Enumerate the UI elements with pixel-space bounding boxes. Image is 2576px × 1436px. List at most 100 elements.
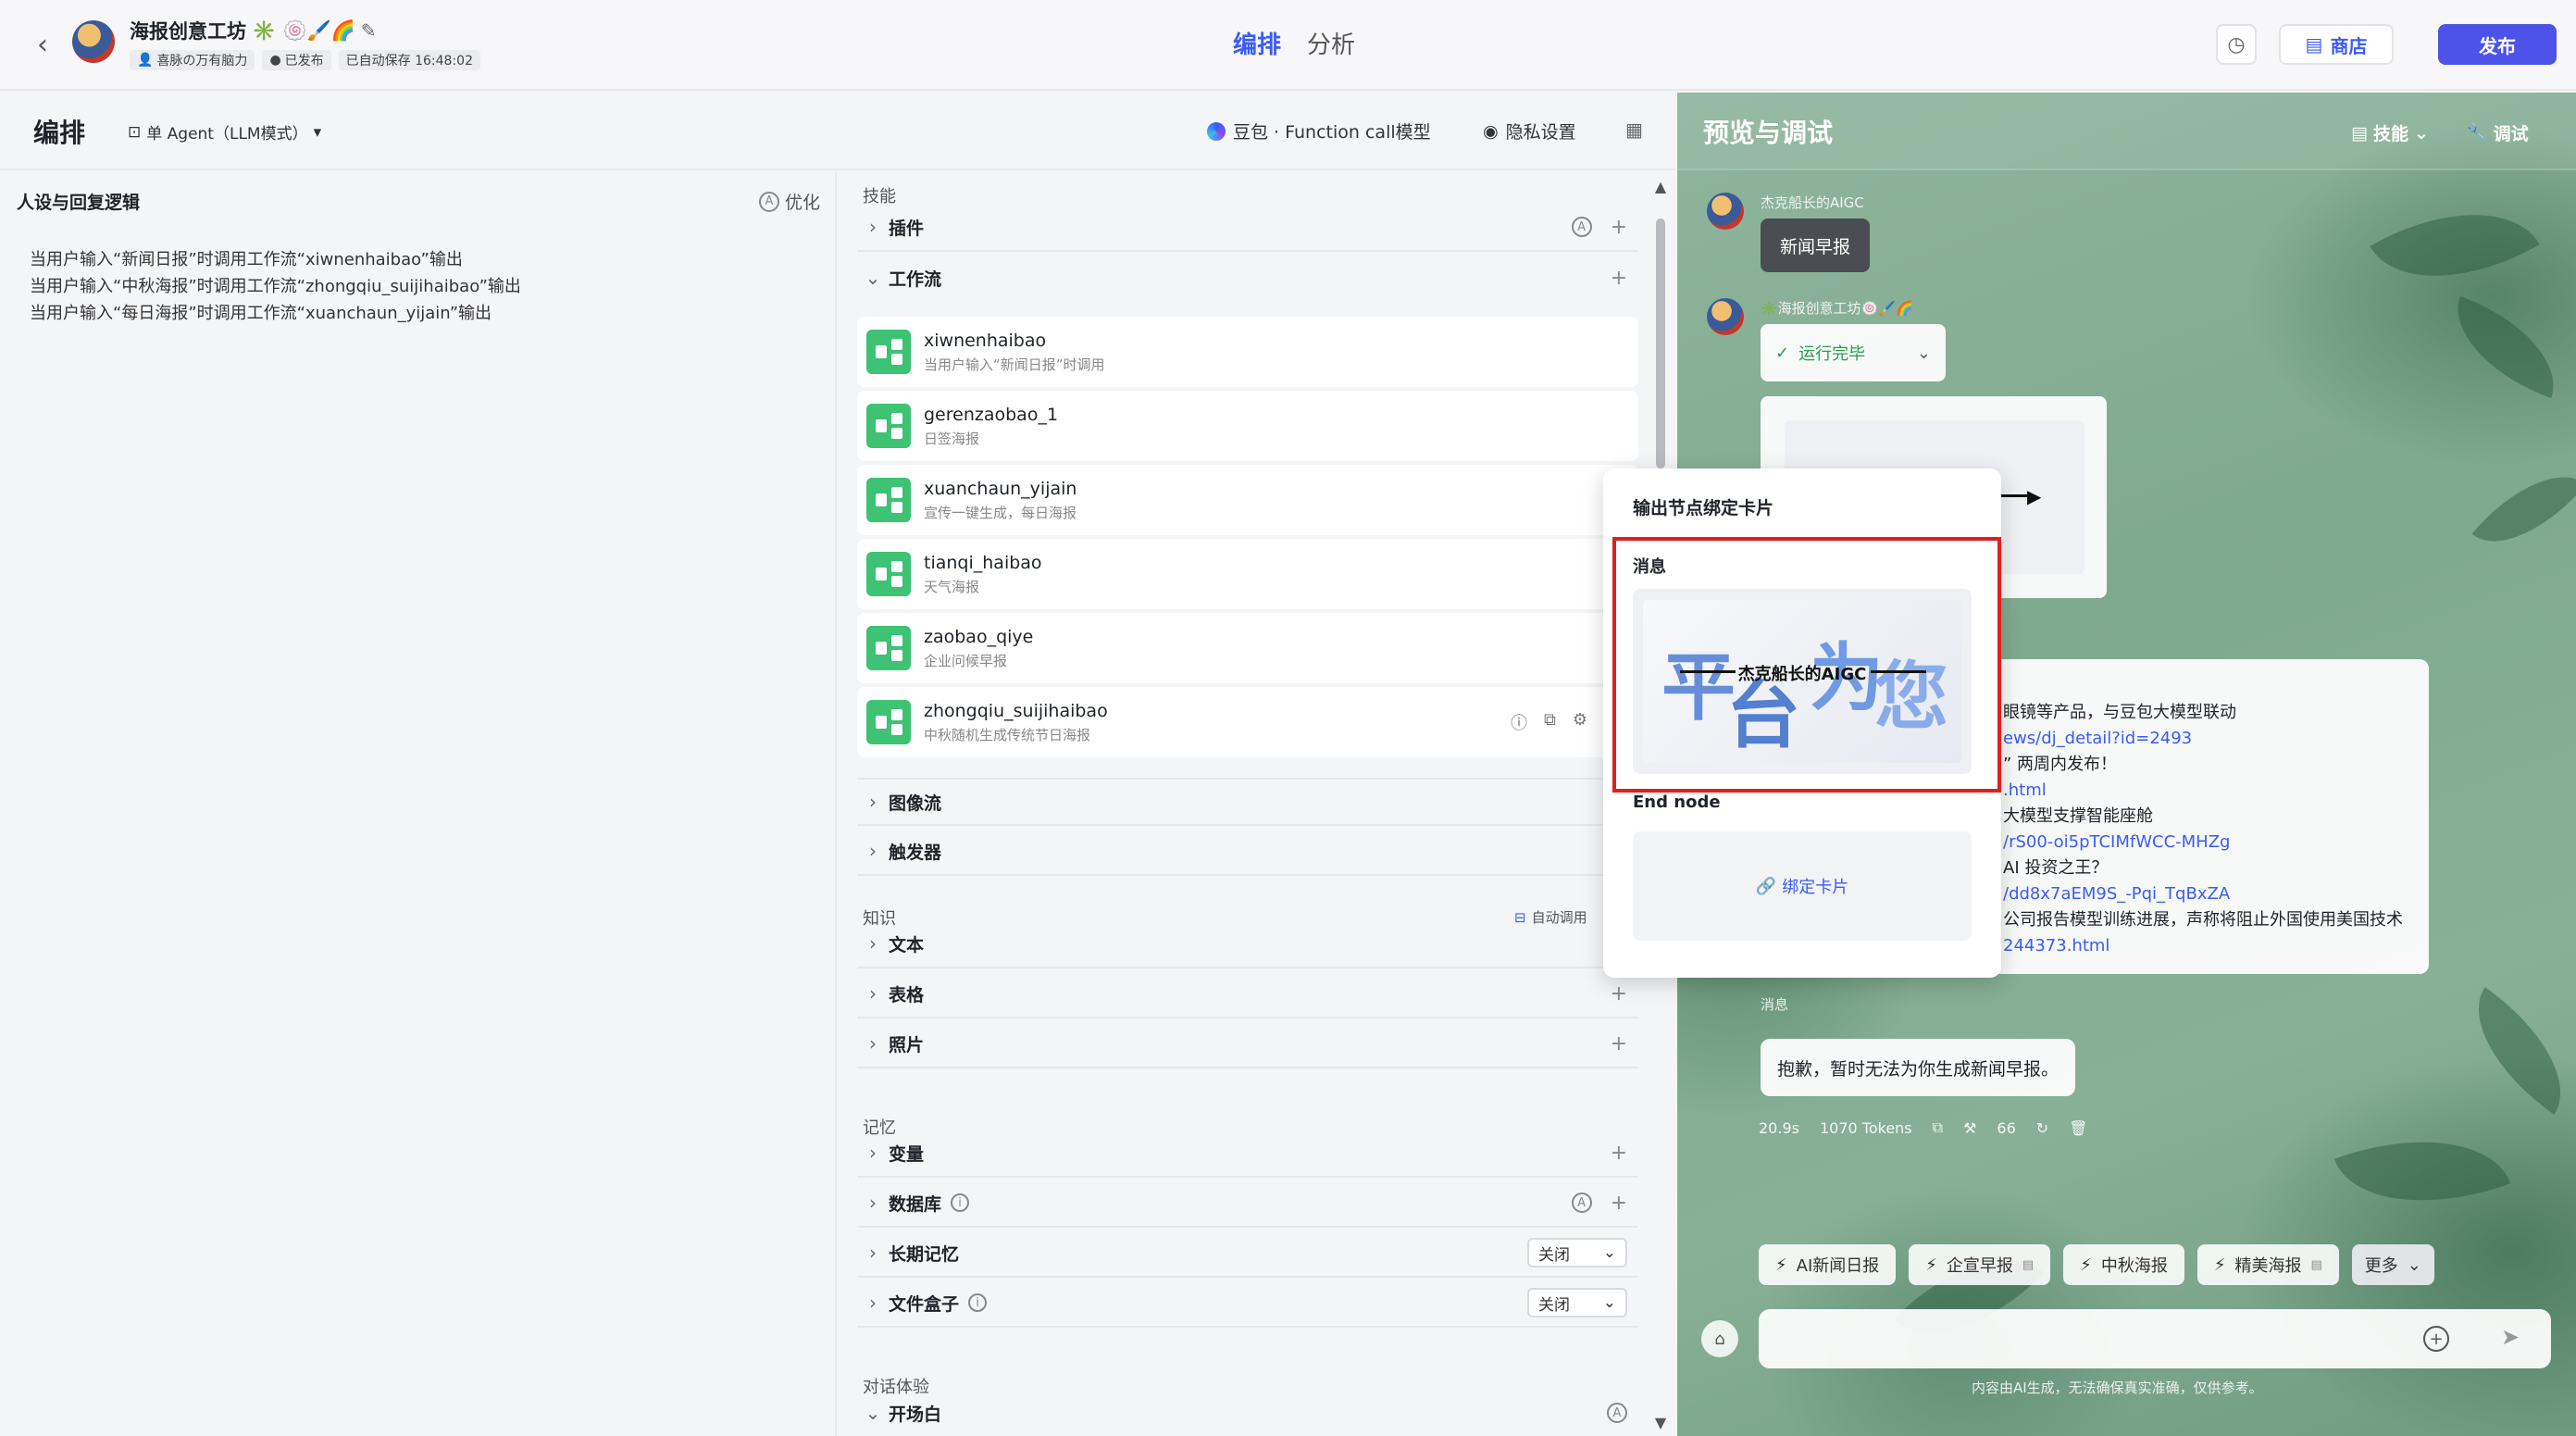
- bot-title: 海报创意工坊 ✳️ 🍥🖌️🌈 ✎: [130, 17, 377, 44]
- file-box-row[interactable]: › 文件盒子 i 关闭 ⌄: [857, 1280, 1638, 1328]
- refresh-icon[interactable]: ↻: [2036, 1119, 2048, 1137]
- agent-mode-select[interactable]: ⊡ 单 Agent（LLM模式） ▾: [128, 120, 321, 144]
- variable-row[interactable]: › 变量 +: [857, 1130, 1638, 1178]
- trigger-row[interactable]: › 触发器: [857, 828, 1638, 876]
- workflow-icon: [866, 404, 911, 448]
- delete-trash-icon[interactable]: 🗑: [2069, 1119, 2087, 1137]
- autosave-tag: 已自动保存 16:48:02: [338, 50, 480, 70]
- news-link[interactable]: /rS00-oi5pTCIMfWCC-MHZg: [2003, 830, 2403, 855]
- plus-circle-icon[interactable]: +: [2423, 1326, 2449, 1352]
- info-icon[interactable]: i: [951, 1193, 970, 1212]
- auto-icon[interactable]: A: [1571, 1193, 1592, 1213]
- leaf-decoration: [2370, 172, 2540, 318]
- persona-panel: 人设与回复逻辑 A 优化 当用户输入“新闻日报”时调用工作流“xiwnenhai…: [0, 172, 837, 1436]
- clear-context-icon[interactable]: ⌂: [1701, 1320, 1738, 1357]
- bot-avatar[interactable]: [72, 20, 115, 63]
- link-icon: 🔗: [1755, 876, 1777, 896]
- user-name: 杰克船长的AIGC: [1761, 194, 1864, 211]
- scroll-down-arrow-icon[interactable]: ▼: [1651, 1414, 1670, 1432]
- quote-count[interactable]: 66: [1997, 1119, 2015, 1137]
- copy-icon[interactable]: ⧉: [1544, 710, 1556, 734]
- prompt-editor[interactable]: 当用户输入“新闻日报”时调用工作流“xiwnenhaibao”输出 当用户输入“…: [30, 246, 521, 327]
- workflow-item[interactable]: zaobao_qiye 企业问候早报: [857, 613, 1638, 683]
- send-icon[interactable]: ➤: [2501, 1324, 2520, 1350]
- workflow-icon: [866, 626, 911, 670]
- quick-action-poster[interactable]: ⚡ 精美海报 ▤: [2196, 1244, 2339, 1285]
- table-knowledge-row[interactable]: › 表格 +: [857, 970, 1638, 1018]
- image-flow-row[interactable]: › 图像流: [857, 778, 1638, 826]
- chevron-right-icon: ›: [869, 216, 877, 238]
- store-button[interactable]: ▤ 商店: [2279, 24, 2394, 65]
- privacy-settings[interactable]: ◉ 隐私设置: [1483, 119, 1576, 144]
- optimize-button[interactable]: A 优化: [759, 189, 820, 214]
- add-database-icon[interactable]: +: [1611, 1192, 1627, 1215]
- quick-action-enterprise[interactable]: ⚡ 企宣早报 ▤: [1909, 1244, 2051, 1285]
- chat-input-row: ⌂ + ➤: [1701, 1309, 2553, 1368]
- long-memory-select[interactable]: 关闭 ⌄: [1527, 1238, 1627, 1267]
- text-knowledge-row[interactable]: › 文本: [857, 920, 1638, 968]
- preview-debug-button[interactable]: 🔧 调试: [2466, 120, 2529, 145]
- add-variable-icon[interactable]: +: [1611, 1142, 1627, 1165]
- chevron-right-icon: ›: [869, 1142, 877, 1164]
- quick-action-midautumn[interactable]: ⚡ 中秋海报: [2063, 1244, 2184, 1285]
- info-icon[interactable]: ⓘ: [1511, 710, 1527, 734]
- publish-button[interactable]: 发布: [2438, 24, 2557, 65]
- news-link[interactable]: 244373.html: [2003, 933, 2403, 959]
- bot-title-emojis: ✳️ 🍥🖌️🌈: [252, 19, 355, 42]
- edit-icon[interactable]: ✎: [361, 19, 377, 42]
- chevron-down-icon: ⌄: [865, 267, 881, 289]
- scroll-thumb[interactable]: [1656, 219, 1665, 468]
- bind-card-button[interactable]: 🔗 绑定卡片: [1633, 831, 1972, 941]
- leaf-decoration: [2437, 295, 2574, 399]
- info-icon[interactable]: i: [968, 1293, 988, 1312]
- quick-action-ai-news[interactable]: ⚡ AI新闻日报: [1759, 1244, 1897, 1285]
- photo-knowledge-row[interactable]: › 照片 +: [857, 1020, 1638, 1068]
- reply-stats: 20.9s 1070 Tokens ⧉ ⚒ 66 ↻ 🗑: [1759, 1118, 2088, 1137]
- run-status-dropdown[interactable]: ✓ 运行完毕 ⌄: [1761, 324, 1946, 381]
- leaf-decoration: [2447, 987, 2576, 1115]
- workflow-item[interactable]: gerenzaobao_1 日签海报: [857, 391, 1638, 461]
- news-link[interactable]: ews/dj_detail?id=2493: [2003, 726, 2403, 752]
- database-row[interactable]: › 数据库 i A +: [857, 1180, 1638, 1228]
- auto-icon[interactable]: A: [1607, 1403, 1627, 1423]
- add-table-icon[interactable]: +: [1611, 982, 1627, 1005]
- workflow-item[interactable]: tianqi_haibao 天气海报: [857, 539, 1638, 609]
- chevron-right-icon: ›: [869, 840, 877, 862]
- layout-grid-icon[interactable]: ▦: [1625, 119, 1643, 141]
- message-card-preview[interactable]: 平 台 为 您 杰克船长的AIGC: [1633, 589, 1972, 774]
- end-node-label: End node: [1633, 793, 1721, 812]
- workflow-item[interactable]: zhongqiu_suijihaibao中秋随机生成传统节日海报 ⓘ ⧉ ⚙ ▤: [857, 687, 1638, 757]
- plugin-row[interactable]: › 插件 A +: [857, 204, 1638, 252]
- copy-icon[interactable]: ⧉: [1933, 1118, 1943, 1137]
- bot-chat-avatar: [1707, 298, 1744, 335]
- main-tabs: 编排 分析: [1233, 26, 1355, 60]
- tab-arrange[interactable]: 编排: [1233, 26, 1281, 60]
- model-select[interactable]: 豆包 · Function call模型: [1207, 119, 1431, 144]
- settings-gear-icon[interactable]: ⚙: [1573, 710, 1587, 734]
- preview-header: 预览与调试 ▤ 技能 ⌄ 🔧 调试: [1677, 93, 2576, 170]
- agent-icon: ⊡: [128, 122, 142, 142]
- preview-skill-button[interactable]: ▤ 技能 ⌄: [2351, 120, 2429, 145]
- more-button[interactable]: 更多 ⌄: [2351, 1244, 2434, 1285]
- back-arrow-icon[interactable]: ‹: [26, 28, 59, 61]
- doubao-logo-icon: [1207, 121, 1226, 141]
- add-workflow-icon[interactable]: +: [1611, 267, 1627, 290]
- news-link[interactable]: .html: [2003, 778, 2403, 804]
- news-link[interactable]: /dd8x7aEM9S_-Pqi_TqBxZA: [2003, 881, 2403, 907]
- check-circle-icon: ●: [269, 53, 281, 68]
- workflow-item[interactable]: xuanchaun_yijain 宣传一键生成，每日海报: [857, 465, 1638, 535]
- card-mini-icon: ▤: [2022, 1257, 2035, 1272]
- debug-wrench-icon[interactable]: ⚒: [1963, 1119, 1976, 1137]
- tab-analysis[interactable]: 分析: [1307, 26, 1355, 60]
- workflow-item[interactable]: xiwnenhaibao 当用户输入“新闻日报”时调用: [857, 317, 1638, 387]
- scroll-up-arrow-icon[interactable]: ▲: [1651, 178, 1670, 196]
- workflow-row[interactable]: ⌄ 工作流 +: [857, 254, 1638, 302]
- long-memory-row[interactable]: › 长期记忆 关闭 ⌄: [857, 1230, 1638, 1278]
- add-photo-icon[interactable]: +: [1611, 1032, 1627, 1055]
- history-clock-icon[interactable]: ◷: [2216, 24, 2257, 65]
- add-plugin-icon[interactable]: +: [1611, 216, 1627, 239]
- opening-row[interactable]: ⌄ 开场白 A: [857, 1389, 1638, 1436]
- auto-icon[interactable]: A: [1571, 217, 1592, 237]
- file-box-select[interactable]: 关闭 ⌄: [1527, 1288, 1627, 1317]
- workflow-icon: [866, 478, 911, 522]
